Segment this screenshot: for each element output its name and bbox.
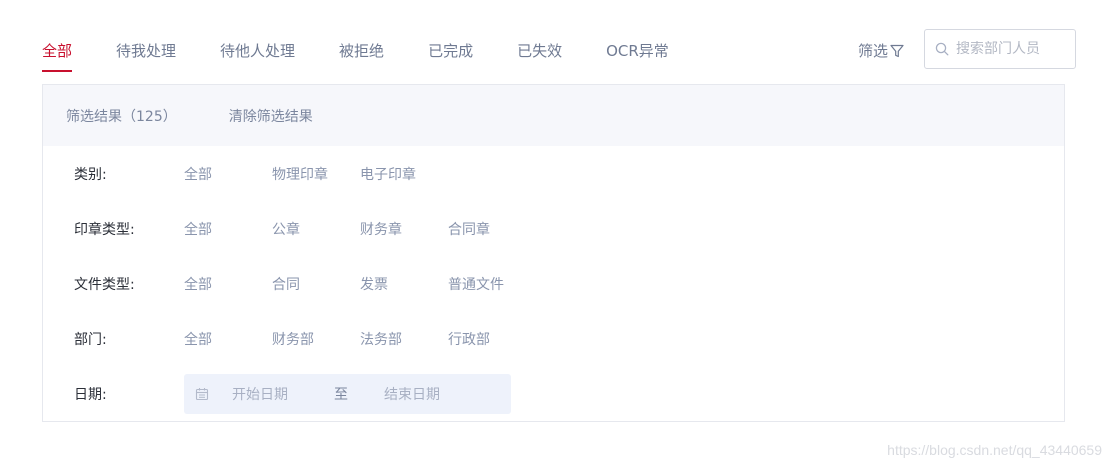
- filter-row-department: 部门: 全部 财务部 法务部 行政部: [74, 328, 536, 350]
- tab-pending-me[interactable]: 待我处理: [116, 40, 176, 74]
- filter-option[interactable]: 财务部: [272, 329, 360, 349]
- filter-option[interactable]: 合同章: [448, 219, 536, 239]
- tab-ocr-error[interactable]: OCR异常: [606, 40, 669, 74]
- search-icon: [935, 42, 949, 56]
- end-date-input[interactable]: 结束日期: [384, 384, 440, 404]
- date-range-separator: 至: [334, 387, 348, 403]
- filter-label-file-type: 文件类型:: [74, 277, 135, 293]
- filter-option[interactable]: 全部: [184, 274, 272, 294]
- tab-rejected[interactable]: 被拒绝: [339, 40, 384, 74]
- clear-filter-button[interactable]: 清除筛选结果: [229, 106, 313, 126]
- filter-row-category: 类别: 全部 物理印章 电子印章: [74, 163, 448, 185]
- filter-row-seal-type: 印章类型: 全部 公章 财务章 合同章: [74, 218, 536, 240]
- tab-pending-others[interactable]: 待他人处理: [220, 40, 295, 74]
- filter-option[interactable]: 物理印章: [272, 164, 360, 184]
- filter-option[interactable]: 电子印章: [360, 164, 448, 184]
- filter-label-seal-type: 印章类型:: [74, 222, 135, 238]
- start-date-input[interactable]: 开始日期: [232, 384, 304, 404]
- filter-option[interactable]: 全部: [184, 329, 272, 349]
- calendar-icon: [195, 388, 209, 401]
- filter-panel: 筛选结果（125） 清除筛选结果 类别: 全部 物理印章 电子印章 印章类型: …: [42, 84, 1065, 422]
- filter-option[interactable]: 发票: [360, 274, 448, 294]
- filter-option[interactable]: 全部: [184, 219, 272, 239]
- filter-toggle-button[interactable]: 筛选: [858, 40, 904, 62]
- filter-row-file-type: 文件类型: 全部 合同 发票 普通文件: [74, 273, 536, 295]
- filter-option[interactable]: 公章: [272, 219, 360, 239]
- filter-panel-header: 筛选结果（125） 清除筛选结果: [43, 85, 1064, 146]
- date-range-picker[interactable]: 开始日期 至 结束日期: [184, 374, 511, 414]
- filter-option[interactable]: 行政部: [448, 329, 536, 349]
- filter-row-date: 日期: 开始日期 至 结束日期: [74, 374, 511, 414]
- filter-option[interactable]: 法务部: [360, 329, 448, 349]
- tab-expired[interactable]: 已失效: [517, 40, 562, 74]
- filter-toggle-label: 筛选: [858, 42, 889, 60]
- filter-option[interactable]: 普通文件: [448, 274, 536, 294]
- filter-result-count: 筛选结果（125）: [66, 108, 177, 125]
- tab-all[interactable]: 全部: [42, 40, 73, 74]
- tab-completed[interactable]: 已完成: [428, 40, 473, 74]
- filter-label-department: 部门:: [74, 332, 107, 348]
- filter-option[interactable]: 财务章: [360, 219, 448, 239]
- watermark-text: https://blog.csdn.net/qq_43440659: [887, 442, 1102, 458]
- filter-option[interactable]: 合同: [272, 274, 360, 294]
- funnel-icon: [890, 44, 904, 58]
- status-tabs: 全部 待我处理 待他人处理 被拒绝 已完成 已失效 OCR异常: [42, 40, 713, 74]
- filter-label-category: 类别:: [74, 167, 107, 183]
- search-box: [924, 29, 1076, 69]
- filter-label-date: 日期:: [74, 387, 107, 403]
- search-input[interactable]: [956, 41, 1066, 57]
- filter-option[interactable]: 全部: [184, 164, 272, 184]
